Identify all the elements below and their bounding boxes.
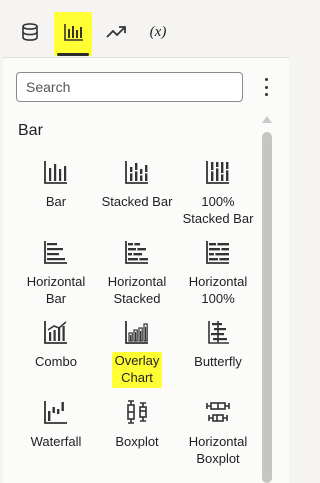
chart-label: Horizontal Boxplot	[188, 434, 248, 466]
bar-chart-icon	[64, 24, 83, 41]
chart-item-boxplot[interactable]: Boxplot	[94, 398, 180, 468]
stacked-bar-icon	[125, 161, 148, 184]
trend-icon	[106, 26, 126, 38]
chart-label: Boxplot	[115, 434, 159, 449]
chart-item-horizontal-boxplot[interactable]: Horizontal Boxplot	[175, 398, 261, 468]
chart-label: 100% Stacked Bar	[182, 194, 254, 226]
calculation-label: (x)	[149, 23, 167, 40]
stacked-100-bar-icon	[206, 161, 229, 184]
chart-item-combo[interactable]: Combo	[13, 318, 99, 388]
tab-analytics[interactable]	[96, 12, 136, 52]
chart-label: Horizontal Stacked	[107, 274, 167, 306]
panel-tab-bar: (x)	[0, 0, 292, 58]
horizontal-100-icon	[206, 241, 229, 264]
chart-type-grid: Bar Stacked Bar 100% Stacked Bar Horizon…	[3, 58, 258, 483]
database-icon	[22, 23, 38, 41]
chart-item-overlay-chart[interactable]: Overlay Chart	[94, 318, 180, 388]
chart-item-bar[interactable]: Bar	[13, 158, 99, 228]
horizontal-stacked-icon	[125, 241, 148, 264]
scroll-thumb[interactable]	[262, 132, 272, 483]
horizontal-boxplot-icon	[206, 402, 230, 422]
tab-calculations[interactable]: (x)	[138, 12, 178, 52]
scroll-up-arrow-icon[interactable]	[262, 116, 272, 123]
chart-label: Bar	[45, 194, 67, 209]
waterfall-chart-icon	[44, 401, 67, 424]
chart-item-horizontal-bar[interactable]: Horizontal Bar	[13, 238, 99, 308]
chart-label: Butterfly	[194, 354, 242, 369]
scrollbar[interactable]	[260, 114, 274, 483]
active-tab-indicator	[57, 53, 89, 56]
chart-item-horizontal-stacked[interactable]: Horizontal Stacked	[94, 238, 180, 308]
horizontal-bar-icon	[44, 241, 67, 264]
chart-item-stacked-bar[interactable]: Stacked Bar	[94, 158, 180, 228]
boxplot-icon	[127, 400, 147, 424]
visualizations-panel: Bar Bar Stacked Bar	[3, 57, 289, 483]
combo-chart-icon	[44, 321, 67, 344]
overlay-chart-icon	[125, 320, 148, 344]
chart-label: Overlay Chart	[111, 352, 163, 388]
bar-chart-icon	[44, 161, 67, 184]
chart-item-waterfall[interactable]: Waterfall	[13, 398, 99, 468]
chart-label: Horizontal 100%	[188, 274, 248, 306]
more-options-icon[interactable]	[259, 76, 273, 98]
chart-item-horizontal-100[interactable]: Horizontal 100%	[175, 238, 261, 308]
tab-visualizations[interactable]	[54, 12, 94, 56]
tab-data[interactable]	[10, 12, 50, 52]
chart-item-100-stacked-bar[interactable]: 100% Stacked Bar	[175, 158, 261, 228]
chart-label: Combo	[35, 354, 77, 369]
chart-item-butterfly[interactable]: Butterfly	[175, 318, 261, 388]
chart-label: Stacked Bar	[101, 194, 173, 209]
butterfly-chart-icon	[208, 321, 229, 344]
chart-label: Waterfall	[30, 434, 82, 449]
chart-label: Horizontal Bar	[26, 274, 86, 306]
